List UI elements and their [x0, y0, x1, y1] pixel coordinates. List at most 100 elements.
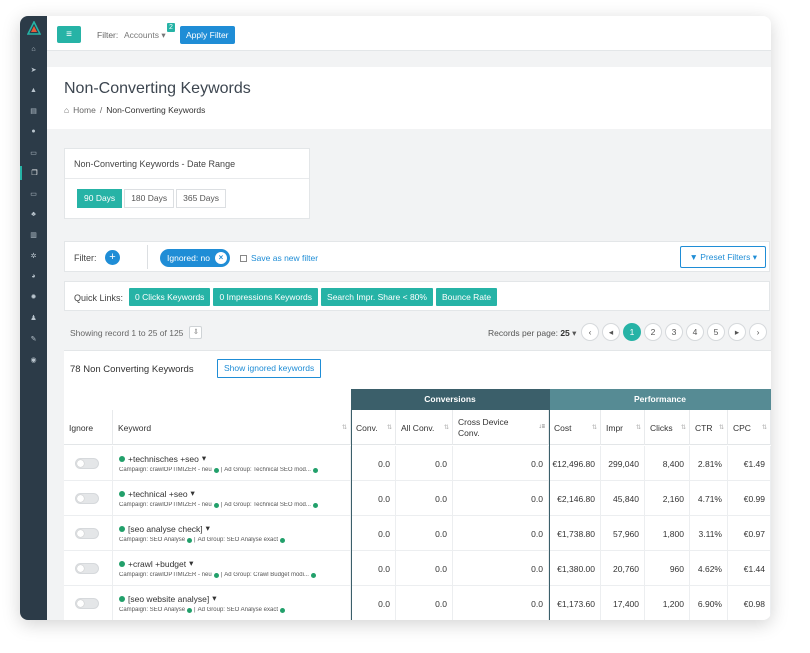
impr-cell: 17,400 [601, 586, 645, 620]
keyword-name[interactable]: +technical +seo ▾ [119, 488, 195, 499]
monitor-icon[interactable]: ▭ [20, 187, 47, 201]
ignore-toggle[interactable] [75, 493, 99, 504]
ignore-toggle[interactable] [75, 528, 99, 539]
keyword-name[interactable]: [seo analyse check] ▾ [119, 523, 210, 534]
globe-icon[interactable]: ● [20, 125, 47, 139]
bar-chart-icon[interactable]: ▥ [20, 228, 47, 242]
col-all-conv[interactable]: All Conv. ⇅ [396, 410, 453, 445]
gear-icon[interactable]: ✹ [20, 290, 47, 304]
group-divider [351, 389, 352, 620]
caret-down-icon[interactable]: ▾ [202, 453, 206, 464]
col-cost-label: Cost [554, 422, 572, 433]
copy-icon[interactable]: ❐ [20, 166, 47, 181]
group-divider [549, 389, 550, 620]
campaign-text: Campaign: crawlOPTIMIZER - neu [119, 467, 212, 473]
meta-separator: | [194, 607, 196, 613]
col-clicks[interactable]: Clicks ⇅ [645, 410, 690, 445]
all-conv-cell: 0.0 [396, 516, 453, 551]
ignore-toggle[interactable] [75, 563, 99, 574]
cogs-icon[interactable]: ✲ [20, 249, 47, 263]
page-4[interactable]: 4 [686, 323, 704, 341]
ignore-toggle[interactable] [75, 598, 99, 609]
caret-down-icon[interactable]: ▾ [206, 523, 210, 534]
app-logo-icon[interactable] [27, 21, 41, 35]
pie-icon[interactable]: ◕ [20, 270, 47, 284]
page-2[interactable]: 2 [644, 323, 662, 341]
chart-area-icon[interactable]: ▲ [20, 83, 47, 97]
paper-plane-icon[interactable]: ➤ [20, 63, 47, 77]
sort-icon: ⇅ [443, 425, 449, 431]
keyword-meta: Campaign: SEO Analyse | Ad Group: SEO Anal… [119, 607, 347, 613]
keyword-text: +technisches +seo [128, 453, 199, 464]
wrench-icon[interactable]: ✎ [20, 332, 47, 346]
next-page-icon[interactable]: ▸ [728, 323, 746, 341]
table-row: [seo analyse check] ▾ Campaign: SEO Analys… [64, 516, 771, 551]
col-conv[interactable]: Conv. ⇅ [351, 410, 396, 445]
keyword-name[interactable]: +crawl +budget ▾ [119, 558, 193, 569]
keyword-meta: Campaign: crawlOPTIMIZER - neu | Ad Group:… [119, 467, 347, 473]
cpc-cell: €0.98 [728, 586, 771, 620]
page-5[interactable]: 5 [707, 323, 725, 341]
quick-link-0-impressions[interactable]: 0 Impressions Keywords [213, 288, 319, 306]
col-keyword[interactable]: Keyword ⇅ [113, 410, 351, 445]
status-dot-icon [312, 467, 318, 473]
first-page-icon[interactable]: ‹ [581, 323, 599, 341]
quick-link-bounce-rate[interactable]: Bounce Rate [435, 288, 498, 306]
impr-cell: 45,840 [601, 481, 645, 516]
checkbox-icon[interactable] [240, 254, 247, 262]
col-cross-device[interactable]: Cross Device Conv. ↓≡ [453, 410, 549, 445]
keyword-name[interactable]: +technisches +seo ▾ [119, 453, 206, 464]
breadcrumb-home-link[interactable]: Home [73, 105, 96, 115]
accounts-dropdown[interactable]: Accounts ▾ [124, 30, 166, 41]
cost-cell: €1,738.80 [549, 516, 601, 551]
sitemap-icon[interactable]: ♣ [20, 208, 47, 222]
preset-filters-button[interactable]: ▼ Preset Filters ▾ [680, 246, 766, 268]
save-as-filter-checkbox[interactable]: Save as new filter [240, 253, 318, 263]
ignore-cell [64, 586, 113, 620]
date-option-365[interactable]: 365 Days [176, 189, 227, 208]
date-option-90[interactable]: 90 Days [77, 189, 123, 208]
quick-link-search-impr-share[interactable]: Search Impr. Share < 80% [321, 288, 433, 306]
user-icon[interactable]: ♟ [20, 311, 47, 325]
ignore-toggle[interactable] [75, 458, 99, 469]
impr-cell: 20,760 [601, 551, 645, 586]
table-icon[interactable]: ▤ [20, 104, 47, 118]
breadcrumb-separator: / [99, 105, 103, 115]
col-ctr[interactable]: CTR ⇅ [690, 410, 728, 445]
page-1[interactable]: 1 [623, 323, 641, 341]
records-per-page[interactable]: Records per page: 25 ▾ [488, 328, 576, 339]
eye-icon[interactable]: ◉ [20, 353, 47, 367]
menu-toggle-button[interactable]: ≡ [57, 26, 81, 43]
show-ignored-button[interactable]: Show ignored keywords [217, 359, 322, 378]
last-page-icon[interactable]: › [749, 323, 767, 341]
col-cpc[interactable]: CPC ⇅ [728, 410, 771, 445]
col-cross-device-label: Cross Device Conv. [458, 416, 509, 438]
col-impr[interactable]: Impr ⇅ [601, 410, 645, 445]
date-range-options: 90 Days 180 Days 365 Days [77, 189, 228, 208]
col-ignore[interactable]: Ignore [64, 410, 113, 445]
filter-bar: Filter: + Ignored: no × Save as new filte… [64, 241, 770, 272]
adgroup-text: Ad Group: SEO Analyse exact [197, 537, 278, 543]
keyword-name[interactable]: [seo website analyse] ▾ [119, 593, 217, 604]
page-3[interactable]: 3 [665, 323, 683, 341]
adgroup-text: Ad Group: Technical SEO mod... [224, 467, 311, 473]
quick-link-0-clicks[interactable]: 0 Clicks Keywords [129, 288, 211, 306]
add-filter-button[interactable]: + [105, 250, 120, 265]
records-info: Showing record 1 to 25 of 125 ⇩ [70, 326, 203, 339]
page-header: Non-Converting Keywords ⌂ Home / Non-Con… [47, 67, 771, 129]
date-option-180[interactable]: 180 Days [124, 189, 175, 208]
col-cost[interactable]: Cost ⇅ [549, 410, 601, 445]
prev-page-icon[interactable]: ◂ [602, 323, 620, 341]
caret-down-icon[interactable]: ▾ [212, 593, 216, 604]
home-icon[interactable]: ⌂ [20, 42, 47, 56]
ignore-cell [64, 446, 113, 481]
caret-down-icon[interactable]: ▾ [191, 488, 195, 499]
download-icon[interactable]: ⇩ [189, 326, 203, 339]
apply-filter-button[interactable]: Apply Filter [180, 26, 235, 44]
window-icon[interactable]: ▭ [20, 146, 47, 160]
filter-chip-label: Ignored: no [167, 253, 211, 263]
col-cpc-label: CPC [733, 422, 751, 433]
remove-filter-icon[interactable]: × [215, 252, 228, 264]
sort-desc-icon: ↓≡ [538, 424, 545, 430]
caret-down-icon[interactable]: ▾ [189, 558, 193, 569]
